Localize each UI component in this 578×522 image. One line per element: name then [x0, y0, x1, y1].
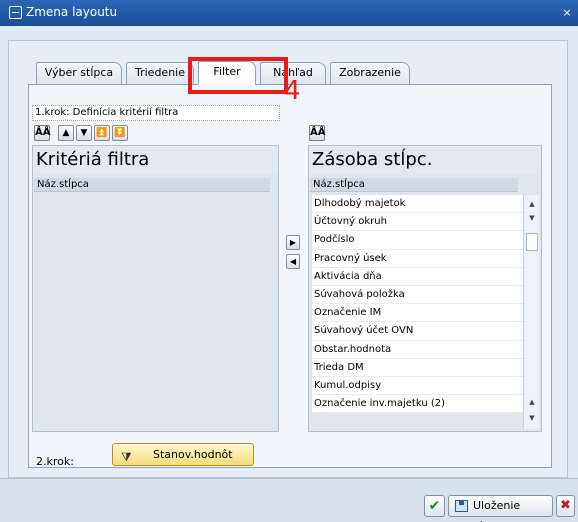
list-item[interactable]: Aktivácia dňa [312, 267, 523, 286]
close-icon[interactable]: × [560, 6, 574, 20]
confirm-button[interactable]: ✔ [424, 495, 445, 517]
list-item[interactable]: Súvahová položka [312, 285, 523, 305]
list-item[interactable]: Dlhodobý majetok [312, 195, 523, 214]
scroll-page-down-icon[interactable]: ▼ [525, 411, 539, 425]
scroll-up-icon[interactable]: ▲ [525, 197, 539, 211]
window-icon [9, 6, 22, 19]
filter-criteria-panel: Kritériá filtra Náz.stĺpca [32, 145, 279, 432]
list-item[interactable]: Pracovný úsek [312, 249, 523, 268]
tab-display[interactable]: Zobrazenie [330, 62, 410, 84]
annotation-highlight-box [188, 57, 288, 94]
find-icon[interactable]: ÅÅ [34, 125, 50, 141]
save-layout-icon [455, 500, 468, 512]
remove-from-criteria-button[interactable]: ◀ [286, 254, 300, 269]
tab-sorting[interactable]: Triedenie [126, 62, 194, 84]
move-down-button[interactable]: ▼ [76, 125, 92, 141]
list-item[interactable]: Označenie inv.majetku (2) [312, 395, 523, 414]
list-item[interactable]: Účtovný okruh [312, 213, 523, 232]
column-stock-title: Zásoba stĺpc. [309, 146, 541, 174]
set-values-label: Stanov.hodnôt [153, 448, 233, 461]
move-top-button[interactable]: ⏫ [94, 125, 110, 141]
filter-icon: ⧩ [121, 450, 132, 464]
window-title: Zmena layoutu [26, 5, 118, 19]
find-icon[interactable]: ÅÅ [309, 125, 325, 141]
save-as-button[interactable]: Uloženie ako... [448, 495, 553, 522]
tab-column-selection[interactable]: Výber stĺpca [36, 62, 122, 84]
column-stock-list: Dlhodobý majetok Účtovný okruh Podčíslo … [312, 195, 523, 414]
list-item[interactable]: Trieda DM [312, 358, 523, 377]
move-bottom-button[interactable]: ⏬ [112, 125, 128, 141]
move-up-button[interactable]: ▲ [58, 125, 74, 141]
scroll-page-up-icon[interactable]: ▲ [525, 395, 539, 409]
step2-label: 2.krok: [36, 455, 74, 468]
list-item[interactable]: Obstar.hodnota [312, 340, 523, 359]
column-stock-column-header: Náz.stĺpca [310, 178, 518, 192]
scroll-down-icon[interactable]: ▼ [525, 211, 539, 225]
add-to-criteria-button[interactable]: ▶ [286, 235, 300, 250]
filter-criteria-title: Kritériá filtra [33, 146, 278, 174]
filter-criteria-column-header: Náz.stĺpca [34, 178, 270, 192]
set-values-button[interactable]: ⧩ Stanov.hodnôt [112, 443, 254, 466]
cancel-button[interactable]: ✖ [556, 495, 575, 517]
annotation-number: 4 [284, 76, 301, 106]
list-item[interactable]: Kumul.odpisy [312, 376, 523, 396]
scroll-thumb[interactable] [526, 233, 538, 251]
list-item[interactable]: Súvahový účet OVN [312, 322, 523, 341]
step1-label: 1.krok: Definícia kritérií filtra [32, 105, 280, 121]
list-item[interactable]: Označenie IM [312, 304, 523, 323]
list-item[interactable]: Podčíslo [312, 231, 523, 250]
column-stock-panel: Zásoba stĺpc. Náz.stĺpca Dlhodobý majeto… [308, 145, 542, 432]
title-bar: Zmena layoutu × [0, 0, 578, 26]
vertical-scrollbar[interactable]: ▲ ▼ ▲ ▼ [523, 195, 539, 429]
